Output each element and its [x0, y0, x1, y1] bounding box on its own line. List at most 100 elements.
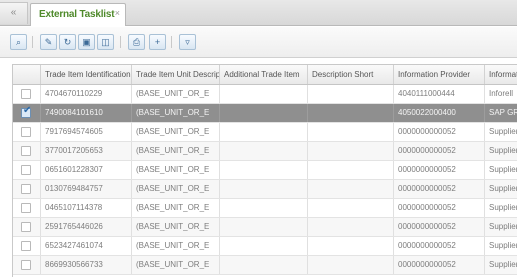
app-window: « External Tasklist × ⌕ ✎ ↻ ▣ ◫ ⎙ + ▿ Tr…	[0, 0, 517, 277]
gtin-cell: 0465107114378	[41, 199, 132, 217]
table-row[interactable]: 0465107114378 (BASE_UNIT_OR_E 000000000005…	[13, 199, 517, 218]
row-select-cell	[13, 256, 41, 274]
table-row[interactable]: 0130769484757 (BASE_UNIT_OR_E 000000000005…	[13, 180, 517, 199]
toolbar-divider	[32, 36, 33, 48]
unit-descriptor-cell: (BASE_UNIT_OR_E	[132, 180, 220, 198]
information-cell: Supplier	[489, 260, 517, 269]
edit-icon[interactable]: ✎	[40, 34, 57, 50]
row-select-cell	[13, 85, 41, 103]
unit-descriptor-cell: (BASE_UNIT_OR_E	[132, 142, 220, 160]
row-checkbox[interactable]	[21, 260, 31, 270]
description-short-cell	[308, 104, 394, 122]
row-select-cell	[13, 123, 41, 141]
information-cell: Supplier	[489, 165, 517, 174]
row-checkbox[interactable]	[21, 184, 31, 194]
description-short-cell	[308, 256, 394, 274]
additional-trade-item-cell	[220, 85, 308, 103]
search-icon[interactable]: ⌕	[10, 34, 27, 50]
gtin-cell: 8669930566733	[41, 256, 132, 274]
table-row[interactable]: 0651601228307 (BASE_UNIT_OR_E 000000000005…	[13, 161, 517, 180]
description-short-cell	[308, 142, 394, 160]
information-cell: Supplier	[489, 203, 517, 212]
unit-descriptor-cell: (BASE_UNIT_OR_E	[132, 237, 220, 255]
description-short-cell	[308, 123, 394, 141]
information-provider-cell: 4040111000444	[394, 85, 485, 103]
tab-scroll-left-button[interactable]: «	[0, 2, 28, 24]
gtin-cell: 7490084101610	[41, 104, 132, 122]
gtin-cell: 2591765446026	[41, 218, 132, 236]
information-provider-cell: 0000000000052	[394, 180, 485, 198]
toolbar: ⌕ ✎ ↻ ▣ ◫ ⎙ + ▿	[0, 27, 517, 58]
tab-external-tasklist[interactable]: External Tasklist ×	[30, 3, 126, 26]
row-select-cell	[13, 180, 41, 198]
row-checkbox[interactable]	[21, 241, 31, 251]
column-header-select[interactable]	[13, 65, 41, 84]
description-short-cell	[308, 237, 394, 255]
information-cell: Supplier	[489, 241, 517, 250]
row-checkbox[interactable]	[21, 127, 31, 137]
additional-trade-item-cell	[220, 123, 308, 141]
additional-trade-item-cell	[220, 218, 308, 236]
description-short-cell	[308, 161, 394, 179]
table-row[interactable]: 4704670110229 (BASE_UNIT_OR_E 404011100044…	[13, 85, 517, 104]
window-icon[interactable]: ▣	[78, 34, 95, 50]
row-checkbox[interactable]	[21, 89, 31, 99]
gtin-cell: 6523427461074	[41, 237, 132, 255]
delete-icon[interactable]: ◫	[97, 34, 114, 50]
row-checkbox[interactable]	[21, 203, 31, 213]
information-provider-cell: 0000000000052	[394, 218, 485, 236]
row-checkbox[interactable]	[21, 146, 31, 156]
gtin-cell: 7917694574605	[41, 123, 132, 141]
gtin-cell: 4704670110229	[41, 85, 132, 103]
refresh-icon[interactable]: ↻	[59, 34, 76, 50]
information-provider-cell: 0000000000052	[394, 142, 485, 160]
table-row[interactable]: ✔ 7490084101610 (BASE_UNIT_OR_E 40500220004…	[13, 104, 517, 123]
information-cell: Supplier	[489, 184, 517, 193]
additional-trade-item-cell	[220, 237, 308, 255]
unit-descriptor-cell: (BASE_UNIT_OR_E	[132, 256, 220, 274]
information-cell: SAP GR	[489, 108, 517, 117]
toolbar-divider	[120, 36, 121, 48]
unit-descriptor-cell: (BASE_UNIT_OR_E	[132, 161, 220, 179]
information-cell: Supplier	[489, 146, 517, 155]
information-cell: Supplier	[489, 127, 517, 136]
additional-trade-item-cell	[220, 180, 308, 198]
column-header-information[interactable]: Information	[485, 65, 517, 84]
column-header-description-short[interactable]: Description Short	[308, 65, 394, 84]
information-cell: Inforell	[489, 89, 514, 98]
row-checkbox[interactable]	[21, 165, 31, 175]
row-checkbox[interactable]: ✔	[21, 105, 31, 118]
unit-descriptor-cell: (BASE_UNIT_OR_E	[132, 199, 220, 217]
tab-strip: « External Tasklist ×	[0, 0, 517, 26]
table-row[interactable]: 7917694574605 (BASE_UNIT_OR_E 000000000005…	[13, 123, 517, 142]
table-row[interactable]: 2591765446026 (BASE_UNIT_OR_E 000000000005…	[13, 218, 517, 237]
additional-trade-item-cell	[220, 104, 308, 122]
information-provider-cell: 0000000000052	[394, 123, 485, 141]
gtin-cell: 3770017205653	[41, 142, 132, 160]
row-checkbox[interactable]	[21, 222, 31, 232]
additional-trade-item-cell	[220, 161, 308, 179]
unit-descriptor-cell: (BASE_UNIT_OR_E	[132, 218, 220, 236]
row-select-cell	[13, 142, 41, 160]
grid-header: Trade Item Identification Trade Item Uni…	[13, 65, 517, 85]
filter-icon[interactable]: ▿	[179, 34, 196, 50]
gtin-cell: 0651601228307	[41, 161, 132, 179]
grid-body: 4704670110229 (BASE_UNIT_OR_E 404011100044…	[13, 85, 517, 275]
information-provider-cell: 4050022000400	[394, 104, 485, 122]
table-row[interactable]: 6523427461074 (BASE_UNIT_OR_E 000000000005…	[13, 237, 517, 256]
toolbar-divider	[171, 36, 172, 48]
information-cell: Supplier	[489, 222, 517, 231]
column-header-additional-trade-item[interactable]: Additional Trade Item	[220, 65, 308, 84]
description-short-cell	[308, 180, 394, 198]
column-header-information-provider[interactable]: Information Provider	[394, 65, 485, 84]
tab-close-icon[interactable]: ×	[115, 8, 120, 19]
table-row[interactable]: 3770017205653 (BASE_UNIT_OR_E 000000000005…	[13, 142, 517, 161]
row-select-cell	[13, 218, 41, 236]
additional-trade-item-cell	[220, 256, 308, 274]
table-row[interactable]: 8669930566733 (BASE_UNIT_OR_E 000000000005…	[13, 256, 517, 275]
column-header-trade-item-identification[interactable]: Trade Item Identification	[41, 65, 132, 84]
task-grid: Trade Item Identification Trade Item Uni…	[12, 64, 517, 277]
print-icon[interactable]: ⎙	[128, 34, 145, 50]
column-header-trade-item-unit-descriptor[interactable]: Trade Item Unit Descriptor	[132, 65, 220, 84]
add-icon[interactable]: +	[149, 34, 166, 50]
